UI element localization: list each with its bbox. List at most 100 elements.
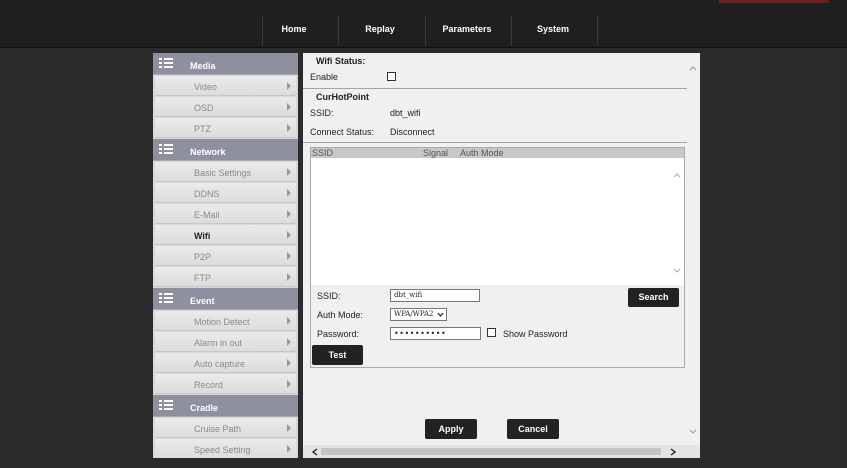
sidebar-item-label: Record [194,380,224,390]
sidebar-item-label: Wifi [194,231,211,241]
sidebar-item-email[interactable]: E-Mail [155,204,296,224]
cur-ssid-label: SSID: [310,108,334,118]
sidebar-item-basic-settings[interactable]: Basic Settings [155,162,296,182]
scroll-down-icon[interactable] [689,429,697,435]
ssid-input[interactable]: dbt_wifi [390,289,480,302]
search-button[interactable]: Search [628,288,679,307]
test-button[interactable]: Test [312,345,363,365]
sidebar-item-speed-setting[interactable]: Speed Setting [155,439,296,458]
scroll-right-icon[interactable] [670,448,676,456]
scroll-up-icon[interactable] [689,65,697,71]
chevron-right-icon [287,168,291,176]
sidebar-section-cradle[interactable]: Cradle [153,395,298,417]
main-panel: Wifi Status: Enable CurHotPoint SSID: db… [303,53,700,458]
sidebar-item-label: Speed Setting [194,445,251,455]
sidebar-item-label: Video [194,82,217,92]
scrollbar-thumb[interactable] [321,448,661,455]
sidebar-item-wifi[interactable]: Wifi [155,225,296,245]
column-ssid: SSID [312,148,334,158]
sidebar-item-label: FTP [194,273,211,283]
chevron-right-icon [287,189,291,197]
cancel-button[interactable]: Cancel [507,419,559,439]
chevron-right-icon [287,317,291,325]
cur-ssid-value: dbt_wifi [390,108,421,118]
divider [303,142,687,143]
nav-home[interactable]: Home [264,0,324,47]
chevron-right-icon [287,231,291,239]
sidebar-item-video[interactable]: Video [155,76,296,96]
sidebar-item-cruise-path[interactable]: Cruise Path [155,418,296,438]
sidebar-section-event[interactable]: Event [153,288,298,310]
chevron-right-icon [287,273,291,281]
sidebar-section-media[interactable]: Media [153,53,298,75]
cur-hotpoint-heading: CurHotPoint [316,92,369,102]
password-input[interactable]: •••••••••• [390,327,481,340]
chevron-right-icon [287,82,291,90]
sidebar-item-label: E-Mail [194,210,220,220]
nav-separator [597,16,598,46]
nav-separator [511,16,512,46]
horizontal-scrollbar[interactable] [303,445,700,458]
wifi-status-heading: Wifi Status: [316,56,366,66]
nav-parameters[interactable]: Parameters [430,0,504,47]
vertical-scrollbar[interactable] [687,53,700,445]
chevron-right-icon [287,424,291,432]
chevron-right-icon [287,210,291,218]
divider [303,88,687,89]
scroll-down-icon[interactable] [673,268,681,274]
enable-label: Enable [310,72,339,82]
apply-button[interactable]: Apply [425,419,477,439]
connect-status-label: Connect Status: [310,127,375,137]
show-password-checkbox[interactable] [487,328,496,337]
auth-mode-select[interactable]: WPA/WPA2 [390,308,447,321]
ssid-label: SSID: [317,291,341,301]
sidebar-item-motion-detect[interactable]: Motion Detect [155,311,296,331]
sidebar-item-label: Auto capture [194,359,246,369]
sidebar-item-p2p[interactable]: P2P [155,246,296,266]
wifi-scan-list[interactable]: SSID Signal Auth Mode [310,147,685,287]
top-nav-bar: Home Replay Parameters System [0,0,847,48]
sidebar-item-label: Cruise Path [194,424,242,434]
sidebar-item-alarm-in-out[interactable]: Alarm in out [155,332,296,352]
list-icon [159,293,173,304]
sidebar-item-auto-capture[interactable]: Auto capture [155,353,296,373]
wifi-config-form: SSID: dbt_wifi Search Auth Mode: WPA/WPA… [310,285,685,368]
show-password-label: Show Password [503,329,568,339]
enable-checkbox[interactable] [387,72,396,81]
sidebar-item-ftp[interactable]: FTP [155,267,296,287]
scroll-left-icon[interactable] [312,448,318,456]
sidebar-item-label: Alarm in out [194,338,243,348]
nav-separator [338,16,339,46]
list-icon [159,58,173,69]
nav-system[interactable]: System [518,0,588,47]
nav-replay[interactable]: Replay [345,0,415,47]
sidebar-item-label: DDNS [194,189,220,199]
chevron-right-icon [287,359,291,367]
scan-list-header: SSID Signal Auth Mode [311,148,684,158]
sidebar-item-record[interactable]: Record [155,374,296,394]
auth-mode-label: Auth Mode: [317,310,364,320]
chevron-right-icon [287,103,291,111]
sidebar: Media Video OSD PTZ Network Basic Settin… [153,53,298,458]
sidebar-item-label: Basic Settings [194,168,252,178]
sidebar-item-ptz[interactable]: PTZ [155,118,296,138]
chevron-right-icon [287,380,291,388]
chevron-down-icon [437,312,444,317]
password-label: Password: [317,329,360,339]
scroll-up-icon[interactable] [673,172,681,178]
auth-mode-value: WPA/WPA2 [394,310,434,318]
sidebar-section-network[interactable]: Network [153,139,298,161]
top-accent-bar [719,0,829,3]
sidebar-item-label: Motion Detect [194,317,250,327]
column-auth-mode: Auth Mode [460,148,504,158]
chevron-right-icon [287,445,291,453]
sidebar-item-osd[interactable]: OSD [155,97,296,117]
list-icon [159,144,173,155]
chevron-right-icon [287,338,291,346]
sidebar-item-ddns[interactable]: DDNS [155,183,296,203]
nav-separator [262,16,263,46]
connect-status-value: Disconnect [390,127,435,137]
nav-separator [425,16,426,46]
sidebar-item-label: PTZ [194,124,211,134]
sidebar-item-label: OSD [194,103,214,113]
